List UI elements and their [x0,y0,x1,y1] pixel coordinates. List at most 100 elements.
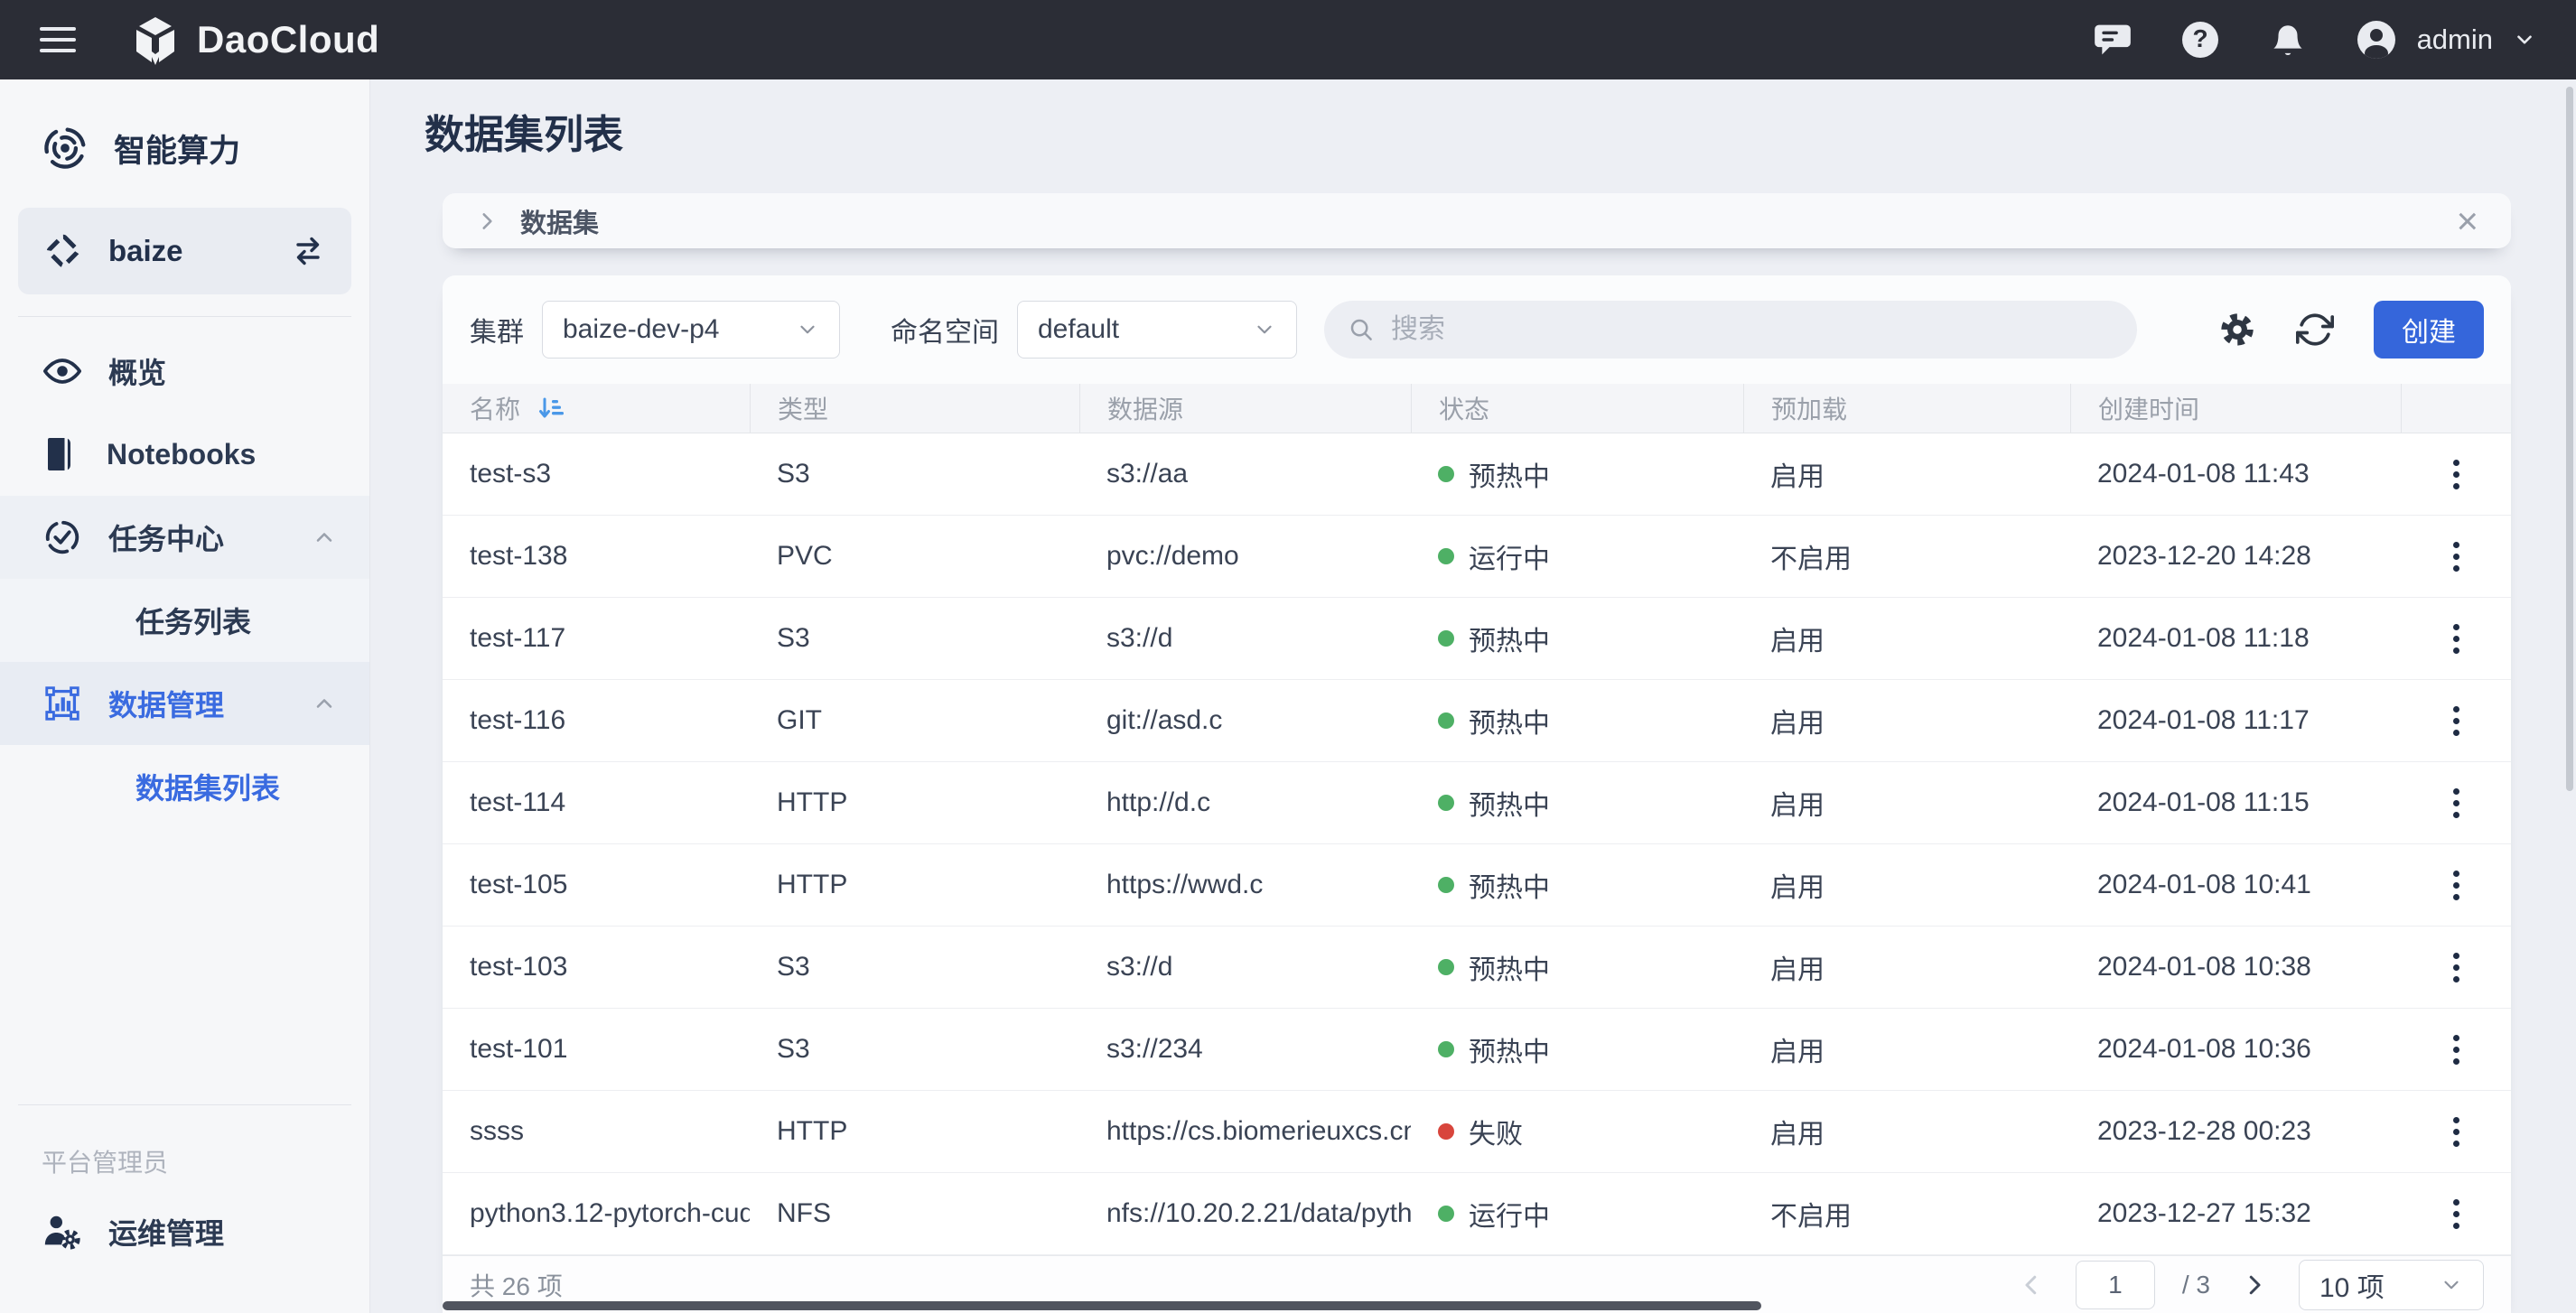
row-actions-kebab-icon[interactable] [2439,778,2474,829]
status-dot [1438,959,1454,975]
column-header-preload[interactable]: 预加载 [1743,384,2070,433]
sidebar-item-task-center[interactable]: 任务中心 [0,496,369,579]
column-header-source[interactable]: 数据源 [1079,384,1411,433]
table-row[interactable]: test-s3S3s3://aa预热中启用2024-01-08 11:43 [443,433,2511,516]
hamburger-menu-icon[interactable] [40,20,76,60]
messages-icon[interactable] [2094,21,2132,59]
status-label: 预热中 [1469,701,1550,740]
sidebar-item-task-list[interactable]: 任务列表 [0,579,369,662]
sidebar-group-label: 智能算力 [114,126,240,172]
sidebar-workspace-baize[interactable]: baize [18,208,351,294]
cell-created: 2024-01-08 11:18 [2070,598,2401,679]
column-header-type[interactable]: 类型 [750,384,1079,433]
page-size-select[interactable]: 10 项 [2299,1260,2484,1310]
cell-name: test-s3 [443,433,750,515]
chevron-right-icon[interactable] [475,210,499,233]
help-icon[interactable]: ? [2180,20,2220,60]
page-size-value: 10 项 [2319,1265,2440,1305]
cell-name: test-116 [443,680,750,761]
notifications-bell-icon[interactable] [2269,21,2307,59]
chevron-down-icon [2440,1273,2463,1297]
cell-actions [2401,1091,2511,1172]
row-actions-kebab-icon[interactable] [2439,531,2474,582]
namespace-select[interactable]: default [1017,301,1297,359]
sidebar-item-label: 数据管理 [108,683,224,724]
sidebar-footer: 平台管理员 运维管理 [0,1092,369,1313]
cell-status: 预热中 [1411,927,1743,1008]
cluster-select[interactable]: baize-dev-p4 [542,301,840,359]
close-icon[interactable]: × [2456,202,2478,240]
status-dot [1438,548,1454,564]
next-page-icon[interactable] [2237,1268,2272,1302]
row-actions-kebab-icon[interactable] [2439,695,2474,747]
page-title: 数据集列表 [425,112,2511,159]
search-input[interactable] [1389,313,2114,346]
page-number-input[interactable] [2076,1261,2155,1309]
status-dot [1438,712,1454,729]
book-icon [42,434,81,474]
brand-name: DaoCloud [197,18,379,61]
cell-source: nfs://10.20.2.21/data/pyth... [1079,1173,1411,1254]
cell-name: test-138 [443,516,750,597]
user-menu[interactable]: admin [2356,19,2536,61]
row-actions-kebab-icon[interactable] [2439,449,2474,500]
vertical-scrollbar[interactable] [2566,87,2573,791]
column-header-name[interactable]: 名称 [443,384,750,433]
cell-preload: 启用 [1743,927,2070,1008]
status-label: 预热中 [1469,865,1550,905]
breadcrumb[interactable]: 数据集 [520,202,599,240]
table-header-row: 名称 类型 数据源 状态 预加载 创建时间 [443,384,2511,433]
column-header-created[interactable]: 创建时间 [2070,384,2401,433]
workspace-name: baize [108,234,183,268]
table-row[interactable]: test-103S3s3://d预热中启用2024-01-08 10:38 [443,927,2511,1009]
sidebar-item-data-management[interactable]: 数据管理 [0,662,369,745]
status-label: 失败 [1469,1112,1523,1151]
row-actions-kebab-icon[interactable] [2439,1188,2474,1240]
cell-status: 预热中 [1411,762,1743,843]
table-row[interactable]: ssssHTTPhttps://cs.biomerieuxcs.cn/...失败… [443,1091,2511,1173]
horizontal-scrollbar[interactable] [443,1301,1761,1310]
table-row[interactable]: python3.12-pytorch-cuda...NFSnfs://10.20… [443,1173,2511,1255]
table-row[interactable]: test-116GITgit://asd.c预热中启用2024-01-08 11… [443,680,2511,762]
sidebar-item-label: Notebooks [107,438,256,471]
sidebar-group-smart-computing[interactable]: 智能算力 [0,107,369,190]
sidebar-item-overview[interactable]: 概览 [0,330,369,413]
table-row[interactable]: test-117S3s3://d预热中启用2024-01-08 11:18 [443,598,2511,680]
sidebar-item-label: 运维管理 [108,1211,224,1252]
settings-gear-icon[interactable] [2218,311,2256,349]
row-actions-kebab-icon[interactable] [2439,860,2474,911]
cell-source: https://cs.biomerieuxcs.cn/... [1079,1091,1411,1172]
sidebar-item-notebooks[interactable]: Notebooks [0,413,369,496]
table-row[interactable]: test-101S3s3://234预热中启用2024-01-08 10:36 [443,1009,2511,1091]
sidebar-item-dataset-list[interactable]: 数据集列表 [0,745,369,828]
table-row[interactable]: test-114HTTPhttp://d.c预热中启用2024-01-08 11… [443,762,2511,844]
cell-created: 2024-01-08 10:41 [2070,844,2401,926]
cell-status: 运行中 [1411,1173,1743,1254]
row-actions-kebab-icon[interactable] [2439,1106,2474,1158]
sort-descending-icon[interactable] [537,394,565,423]
row-actions-kebab-icon[interactable] [2439,942,2474,993]
brand-logo[interactable]: DaoCloud [130,14,379,65]
table-row[interactable]: test-138PVCpvc://demo运行中不启用2023-12-20 14… [443,516,2511,598]
previous-page-icon[interactable] [2014,1268,2049,1302]
status-dot [1438,1206,1454,1222]
cell-created: 2024-01-08 11:17 [2070,680,2401,761]
cell-status: 预热中 [1411,433,1743,515]
cell-name: test-105 [443,844,750,926]
cell-actions [2401,762,2511,843]
status-dot [1438,877,1454,893]
column-header-status[interactable]: 状态 [1411,384,1743,433]
cell-actions [2401,1009,2511,1090]
cell-preload: 启用 [1743,680,2070,761]
row-actions-kebab-icon[interactable] [2439,1024,2474,1076]
sidebar-divider [18,1104,351,1105]
switch-workspace-icon[interactable] [290,233,326,269]
username: admin [2417,23,2493,56]
sidebar-item-ops-management[interactable]: 运维管理 [0,1190,369,1273]
row-actions-kebab-icon[interactable] [2439,613,2474,665]
refresh-icon[interactable] [2296,311,2334,349]
create-button[interactable]: 创建 [2374,301,2484,359]
cell-type: HTTP [750,844,1079,926]
status-label: 预热中 [1469,1029,1550,1069]
table-row[interactable]: test-105HTTPhttps://wwd.c预热中启用2024-01-08… [443,844,2511,927]
